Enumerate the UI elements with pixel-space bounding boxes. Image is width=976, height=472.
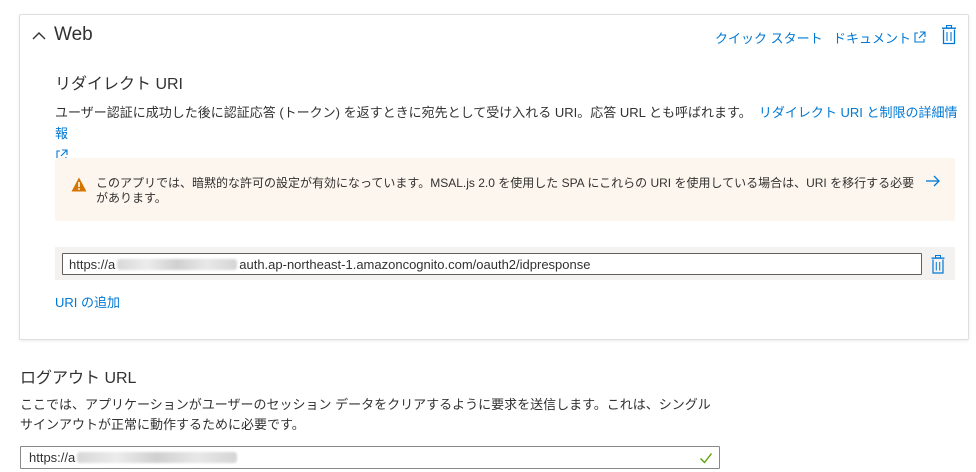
warning-text: このアプリでは、暗黙的な許可の設定が有効になっています。MSAL.js 2.0 … <box>96 176 915 205</box>
redirect-description-text: ユーザー認証に成功した後に認証応答 (トークン) を返すときに宛先として受け入れ… <box>55 105 752 120</box>
documentation-link-label: ドキュメント <box>833 31 912 46</box>
logout-url-prefix: https://a <box>29 450 76 465</box>
collapse-button[interactable] <box>30 28 48 44</box>
delete-platform-trash-icon[interactable] <box>940 25 958 45</box>
add-uri-link[interactable]: URI の追加 <box>55 292 120 311</box>
chevron-up-icon <box>32 32 46 40</box>
web-card-title: Web <box>54 24 93 45</box>
redirect-uri-title: リダイレクト URI <box>55 76 184 93</box>
redacted-text <box>77 452 238 463</box>
external-link-icon <box>914 31 926 43</box>
warning-icon <box>71 177 87 192</box>
redirect-uri-input[interactable]: https://a auth.ap-northeast-1.amazoncogn… <box>62 253 922 275</box>
logout-url-input[interactable]: https://a <box>20 446 720 469</box>
web-card-header: Web クイック スタート ドキュメント <box>20 15 968 57</box>
quickstart-link[interactable]: クイック スタート <box>715 28 823 47</box>
logout-url-description: ここでは、アプリケーションがユーザーのセッション データをクリアするように要求を… <box>20 397 711 432</box>
redirect-uri-description: ユーザー認証に成功した後に認証応答 (トークン) を返すときに宛先として受け入れ… <box>55 102 960 165</box>
redacted-text <box>117 258 238 270</box>
redirect-uri-suffix: auth.ap-northeast-1.amazoncognito.com/oa… <box>239 256 591 272</box>
web-platform-card: Web クイック スタート ドキュメント リダイレクト URI ユーザー認証に成… <box>19 14 969 340</box>
arrow-right-icon[interactable] <box>924 173 942 189</box>
checkmark-icon <box>700 453 713 464</box>
redirect-uri-row: https://a auth.ap-northeast-1.amazoncogn… <box>55 247 955 280</box>
implicit-grant-warning: このアプリでは、暗黙的な許可の設定が有効になっています。MSAL.js 2.0 … <box>55 158 955 221</box>
redirect-uri-prefix: https://a <box>69 256 116 272</box>
delete-uri-trash-icon[interactable] <box>930 255 946 274</box>
logout-url-title: ログアウト URL <box>20 370 137 387</box>
documentation-link[interactable]: ドキュメント <box>833 28 926 47</box>
